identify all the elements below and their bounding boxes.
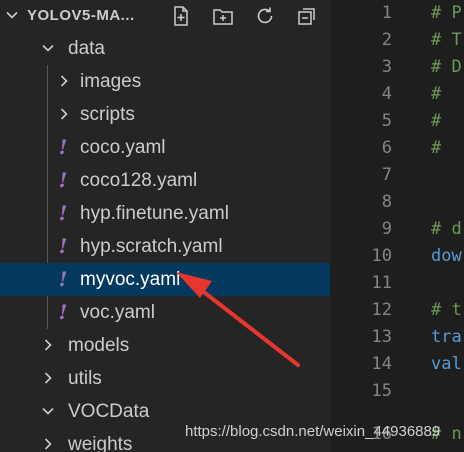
- line-number: 12: [371, 300, 392, 320]
- yaml-file-icon: !: [58, 135, 68, 159]
- tree-item-label: utils: [68, 368, 102, 389]
- new-folder-icon[interactable]: [211, 4, 235, 28]
- tree-item-label: hyp.finetune.yaml: [80, 203, 229, 224]
- tree-file-coco-yaml[interactable]: ! coco.yaml: [0, 131, 330, 164]
- code-line: 1 # P: [330, 3, 464, 30]
- tree-item-label: data: [68, 38, 105, 59]
- yaml-file-icon: !: [58, 267, 68, 291]
- line-number: 8: [381, 192, 392, 212]
- code-line: 2 # T: [330, 30, 464, 57]
- code-line: 5 #: [330, 111, 464, 138]
- code-line: 3 # D: [330, 57, 464, 84]
- chevron-right-icon: [44, 372, 52, 384]
- tree-item-label: VOCData: [68, 401, 150, 422]
- tree-item-label: images: [80, 71, 142, 92]
- code-text: # T: [431, 30, 462, 50]
- tree-item-label: myvoc.yaml: [80, 269, 181, 290]
- tree-folder-models[interactable]: models: [0, 329, 330, 362]
- code-text: tra: [431, 327, 462, 347]
- code-line: 15: [330, 381, 464, 408]
- code-line: 6 #: [330, 138, 464, 165]
- line-number: 3: [381, 57, 392, 77]
- code-line: 9 # d: [330, 219, 464, 246]
- line-number: 7: [381, 165, 392, 185]
- tree-file-hyp-scratch-yaml[interactable]: ! hyp.scratch.yaml: [0, 230, 330, 263]
- code-text: #: [431, 111, 442, 131]
- chevron-right-icon: [44, 339, 52, 351]
- chevron-down-icon: [42, 407, 54, 415]
- tree-item-label: coco.yaml: [80, 137, 166, 158]
- tree-item-label: scripts: [80, 104, 135, 125]
- refresh-icon[interactable]: [253, 4, 277, 28]
- tree-folder-images[interactable]: images: [0, 65, 330, 98]
- explorer-header[interactable]: YOLOV5-MA...: [0, 0, 330, 33]
- line-number: 9: [381, 219, 392, 239]
- code-line: 4 #: [330, 84, 464, 111]
- code-text: # t: [431, 300, 462, 320]
- workspace-title: YOLOV5-MA...: [27, 7, 135, 24]
- tree-folder-scripts[interactable]: scripts: [0, 98, 330, 131]
- code-text: dow: [431, 246, 462, 266]
- chevron-right-icon: [60, 108, 68, 120]
- tree-folder-data[interactable]: data: [0, 32, 330, 65]
- tree-folder-utils[interactable]: utils: [0, 362, 330, 395]
- code-line: 14 val: [330, 354, 464, 381]
- explorer-panel: YOLOV5-MA... data images scripts ! coco.…: [0, 0, 330, 452]
- tree-file-voc-yaml[interactable]: ! voc.yaml: [0, 296, 330, 329]
- tree-item-label: weights: [68, 434, 133, 452]
- code-text: # P: [431, 3, 462, 23]
- code-text: #: [431, 138, 442, 158]
- yaml-file-icon: !: [58, 201, 68, 225]
- chevron-right-icon: [60, 75, 68, 87]
- tree-item-label: models: [68, 335, 130, 356]
- line-number: 2: [381, 30, 392, 50]
- code-line: 13 tra: [330, 327, 464, 354]
- line-number: 6: [381, 138, 392, 158]
- chevron-down-icon[interactable]: [4, 7, 20, 23]
- watermark: https://blog.csdn.net/weixin_44936889: [185, 423, 441, 440]
- tree-item-label: hyp.scratch.yaml: [80, 236, 223, 257]
- chevron-down-icon: [42, 44, 54, 52]
- line-number: 11: [371, 273, 392, 293]
- yaml-file-icon: !: [58, 168, 68, 192]
- code-text: # D: [431, 57, 462, 77]
- collapse-all-icon[interactable]: [295, 4, 319, 28]
- line-number: 13: [371, 327, 392, 347]
- yaml-file-icon: !: [58, 234, 68, 258]
- tree-file-myvoc-yaml[interactable]: ! myvoc.yaml: [0, 263, 330, 296]
- code-editor[interactable]: 1 # P 2 # T 3 # D 4 # 5 # 6 # 7 8 9 # d …: [330, 0, 464, 452]
- code-line: 11: [330, 273, 464, 300]
- code-text: #: [431, 84, 442, 104]
- new-file-icon[interactable]: [169, 4, 193, 28]
- line-number: 14: [371, 354, 392, 374]
- line-number: 5: [381, 111, 392, 131]
- tree-item-label: coco128.yaml: [80, 170, 198, 191]
- line-number: 15: [371, 381, 392, 401]
- code-text: # d: [431, 219, 462, 239]
- yaml-file-icon: !: [58, 300, 68, 324]
- code-line: 8: [330, 192, 464, 219]
- line-number: 1: [381, 3, 392, 23]
- code-line: 12 # t: [330, 300, 464, 327]
- file-tree: data images scripts ! coco.yaml ! coco12…: [0, 32, 330, 452]
- line-number: 10: [371, 246, 392, 266]
- code-line: 10 dow: [330, 246, 464, 273]
- chevron-right-icon: [44, 438, 52, 450]
- line-number: 4: [381, 84, 392, 104]
- tree-file-coco128-yaml[interactable]: ! coco128.yaml: [0, 164, 330, 197]
- code-text: val: [431, 354, 462, 374]
- code-line: 7: [330, 165, 464, 192]
- tree-item-label: voc.yaml: [80, 302, 155, 323]
- tree-file-hyp-finetune-yaml[interactable]: ! hyp.finetune.yaml: [0, 197, 330, 230]
